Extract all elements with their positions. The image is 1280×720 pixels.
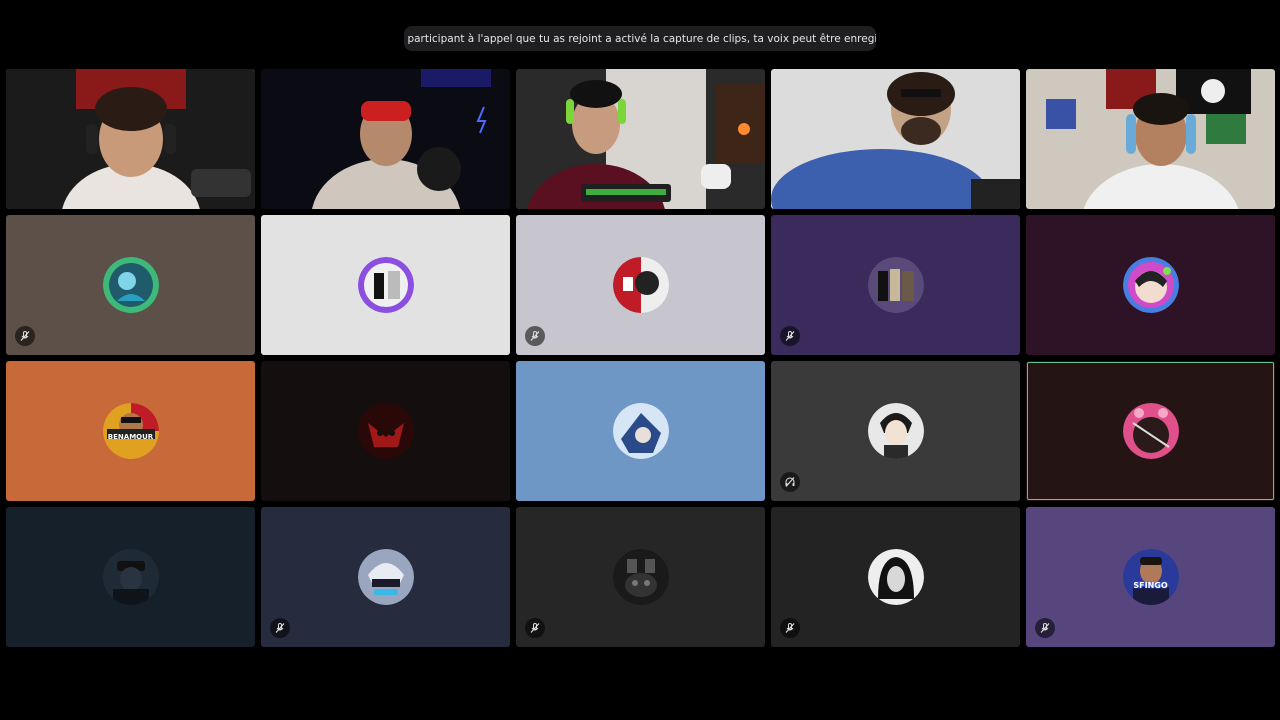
avatar xyxy=(1122,549,1179,605)
avatar xyxy=(1122,257,1179,313)
microphone-muted-icon xyxy=(1035,618,1055,638)
participant-tile-6[interactable] xyxy=(6,215,255,355)
avatar xyxy=(102,257,159,313)
participant-tile-5[interactable] xyxy=(1026,69,1275,209)
avatar xyxy=(612,257,669,313)
participant-tile-4[interactable] xyxy=(771,69,1020,209)
participant-tile-2[interactable] xyxy=(261,69,510,209)
participant-tile-8[interactable] xyxy=(516,215,765,355)
call-participants-grid: BENAMOUR SFINGO xyxy=(6,69,1275,647)
avatar xyxy=(357,549,414,605)
avatar xyxy=(867,403,924,459)
video-feed xyxy=(1026,69,1275,209)
avatar xyxy=(867,549,924,605)
participant-tile-13[interactable] xyxy=(516,361,765,501)
avatar xyxy=(102,403,159,459)
video-feed xyxy=(6,69,255,209)
microphone-muted-icon xyxy=(780,326,800,346)
participant-tile-14[interactable] xyxy=(771,361,1020,501)
video-feed xyxy=(516,69,765,209)
video-feed xyxy=(771,69,1020,209)
participant-tile-7[interactable] xyxy=(261,215,510,355)
microphone-muted-icon xyxy=(780,618,800,638)
avatar xyxy=(357,257,414,313)
avatar xyxy=(102,549,159,605)
participant-tile-18[interactable] xyxy=(516,507,765,647)
participant-tile-16[interactable] xyxy=(6,507,255,647)
participant-tile-19[interactable] xyxy=(771,507,1020,647)
microphone-muted-icon xyxy=(15,326,35,346)
avatar xyxy=(357,403,414,459)
participant-tile-15[interactable] xyxy=(1026,361,1275,501)
participant-tile-3[interactable] xyxy=(516,69,765,209)
participant-tile-20[interactable]: SFINGO xyxy=(1026,507,1275,647)
participant-tile-9[interactable] xyxy=(771,215,1020,355)
participant-tile-17[interactable] xyxy=(261,507,510,647)
participant-tile-12[interactable] xyxy=(261,361,510,501)
microphone-muted-icon xyxy=(525,326,545,346)
headphones-deafened-icon xyxy=(780,472,800,492)
avatar xyxy=(612,403,669,459)
notification-text: Un participant à l'appel que tu as rejoi… xyxy=(404,32,876,45)
avatar xyxy=(612,549,669,605)
participant-tile-11[interactable]: BENAMOUR xyxy=(6,361,255,501)
clip-capture-notification: Un participant à l'appel que tu as rejoi… xyxy=(404,26,876,51)
avatar xyxy=(1122,403,1179,459)
avatar xyxy=(867,257,924,313)
participant-tile-1[interactable] xyxy=(6,69,255,209)
microphone-muted-icon xyxy=(270,618,290,638)
microphone-muted-icon xyxy=(525,618,545,638)
video-feed xyxy=(261,69,510,209)
participant-tile-10[interactable] xyxy=(1026,215,1275,355)
